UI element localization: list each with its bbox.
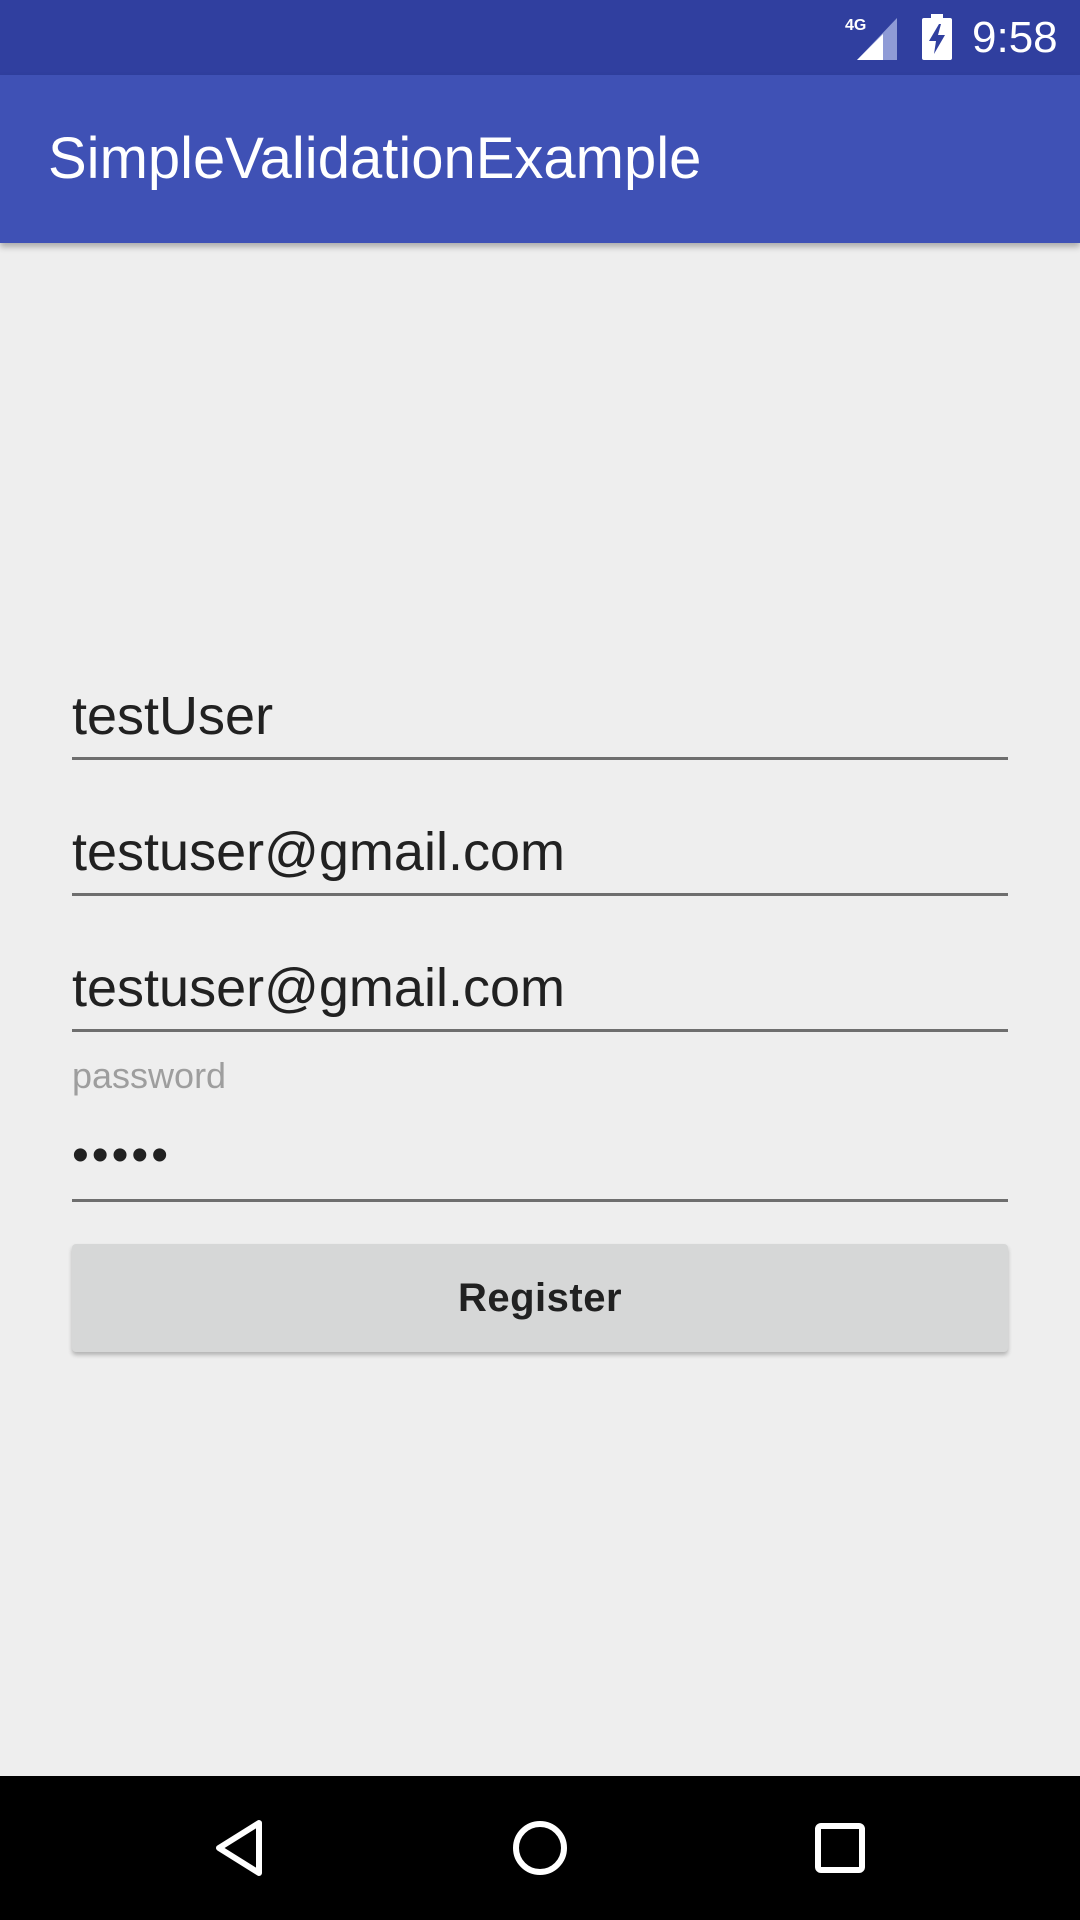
status-time: 9:58 bbox=[972, 13, 1058, 62]
username-value: testUser bbox=[72, 686, 274, 746]
status-bar: 4G 9:58 bbox=[0, 0, 1080, 75]
app-title: SimpleValidationExample bbox=[48, 126, 702, 191]
email-field[interactable]: testuser@gmail.com bbox=[72, 820, 1008, 896]
app-bar: SimpleValidationExample bbox=[0, 75, 1080, 243]
navigation-bar bbox=[0, 1776, 1080, 1920]
username-field[interactable]: testUser bbox=[72, 684, 1008, 760]
email-confirm-value: testuser@gmail.com bbox=[72, 958, 565, 1018]
home-icon[interactable] bbox=[505, 1813, 575, 1883]
email-value: testuser@gmail.com bbox=[72, 822, 565, 882]
register-button[interactable]: Register bbox=[72, 1244, 1008, 1352]
battery-charging-icon bbox=[922, 14, 952, 60]
network-type-label: 4G bbox=[845, 17, 866, 34]
email-confirm-field[interactable]: testuser@gmail.com bbox=[72, 956, 1008, 1032]
password-masked-value: ••••• bbox=[72, 1129, 172, 1182]
cell-signal-icon: 4G bbox=[845, 17, 897, 60]
password-floating-label: password bbox=[72, 1055, 227, 1096]
password-field[interactable]: ••••• bbox=[72, 1110, 1008, 1202]
recents-icon[interactable] bbox=[805, 1813, 875, 1883]
back-icon[interactable] bbox=[205, 1813, 275, 1883]
app-screen: 4G 9:58 SimpleValidationExample testUser… bbox=[0, 0, 1080, 1920]
